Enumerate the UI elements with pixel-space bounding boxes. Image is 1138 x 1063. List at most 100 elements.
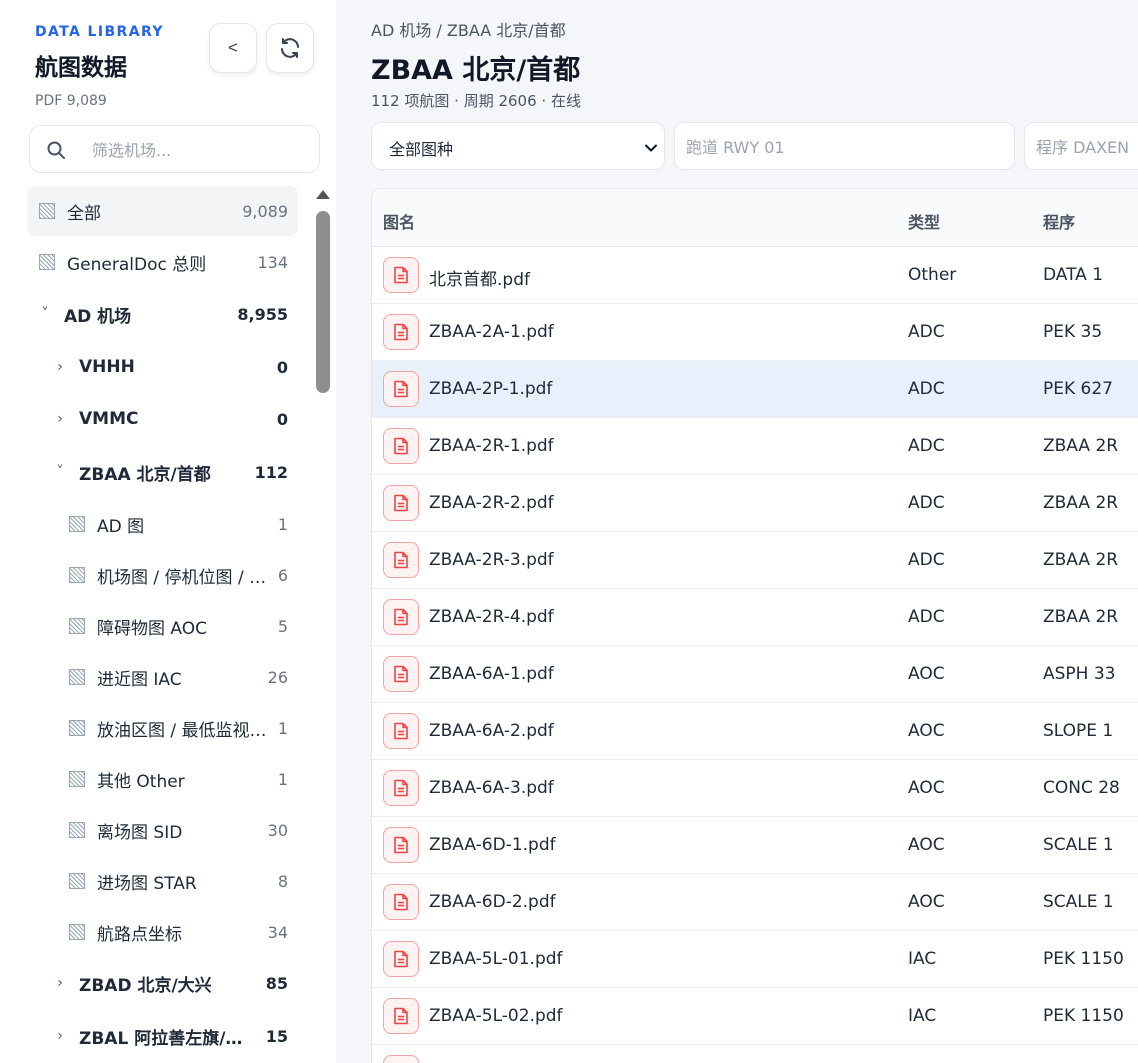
file-icon: [69, 516, 85, 532]
column-header-name[interactable]: 图名: [383, 209, 415, 233]
chart-procedure: ZBAA 2R: [1043, 607, 1119, 627]
table-row[interactable]: ZBAA-6A-3.pdf AOC CONC 28: [372, 760, 1138, 817]
chevron-right-icon[interactable]: ›: [54, 359, 66, 375]
scrollbar-thumb[interactable]: [316, 211, 330, 393]
scroll-up-arrow[interactable]: [316, 190, 330, 199]
chevron-down-icon[interactable]: ˅: [54, 464, 66, 480]
table-row[interactable]: ZBAA-2P-1.pdf ADC PEK 627: [372, 361, 1138, 418]
sidebar-item[interactable]: 其他 Other 1: [69, 754, 288, 804]
file-icon: [69, 822, 85, 838]
file-icon: [39, 203, 55, 219]
chevron-right-icon[interactable]: ›: [54, 975, 66, 991]
chart-name: ZBAA-6D-2.pdf: [429, 892, 556, 912]
chart-type: AOC: [908, 892, 945, 912]
procedure-filter-input[interactable]: [1036, 135, 1138, 159]
chart-procedure: PEK 35: [1043, 322, 1103, 342]
table-row[interactable]: ZBAA-6A-1.pdf AOC ASPH 33: [372, 646, 1138, 703]
sidebar-item-count: 6: [277, 565, 288, 585]
chart-type: IAC: [908, 949, 937, 969]
chevron-down-icon[interactable]: ˅: [39, 306, 51, 322]
sidebar-item[interactable]: 航路点坐标 34: [69, 907, 288, 957]
pdf-file-icon: [383, 371, 419, 407]
pdf-file-icon: [383, 941, 419, 977]
sidebar-item-count: 1: [277, 769, 288, 789]
table-row[interactable]: ZBAA-2R-4.pdf ADC ZBAA 2R: [372, 589, 1138, 646]
sidebar-item[interactable]: › ZBAL 阿拉善左旗/巴彦浩特 15: [54, 1011, 288, 1061]
pdf-file-icon: [383, 770, 419, 806]
column-header-procedure[interactable]: 程序: [1043, 209, 1075, 233]
sidebar-item[interactable]: › VMMC 0: [54, 394, 288, 444]
chart-name: ZBAA-2P-1.pdf: [429, 379, 553, 399]
sidebar-item[interactable]: 全部 9,089: [27, 186, 298, 236]
collapse-sidebar-button[interactable]: <: [209, 23, 257, 73]
pdf-file-icon: [383, 713, 419, 749]
chart-name: ZBAA-6A-1.pdf: [429, 664, 554, 684]
chart-procedure: SCALE 1: [1043, 892, 1114, 912]
chevron-right-icon[interactable]: ›: [54, 411, 66, 427]
table-row[interactable]: [372, 1045, 1138, 1063]
chart-name: ZBAA-2A-1.pdf: [429, 322, 554, 342]
table-row[interactable]: ZBAA-2R-2.pdf ADC ZBAA 2R: [372, 475, 1138, 532]
sidebar-item-label: 航路点坐标: [97, 924, 182, 945]
sidebar-item[interactable]: AD 图 1: [69, 499, 288, 549]
table-row[interactable]: ZBAA-2A-1.pdf ADC PEK 35: [372, 304, 1138, 361]
chevron-right-icon[interactable]: ›: [54, 1028, 66, 1044]
sidebar-item[interactable]: ˅ ZBAA 北京/首都 112: [54, 447, 289, 497]
sidebar-item[interactable]: › VHHH 0: [54, 342, 288, 392]
pdf-file-icon: [383, 542, 419, 578]
table-row[interactable]: ZBAA-6D-2.pdf AOC SCALE 1: [372, 874, 1138, 931]
sidebar-item[interactable]: GeneralDoc 总则 134: [39, 237, 288, 287]
chart-type: AOC: [908, 778, 945, 798]
table-row[interactable]: ZBAA-2R-3.pdf ADC ZBAA 2R: [372, 532, 1138, 589]
airport-filter-input[interactable]: [92, 138, 302, 162]
table-row[interactable]: ZBAA-6D-1.pdf AOC SCALE 1: [372, 817, 1138, 874]
chart-type: IAC: [908, 1006, 937, 1026]
file-icon: [69, 669, 85, 685]
sidebar-item[interactable]: 离场图 SID 30: [69, 805, 288, 855]
pdf-file-icon: [383, 485, 419, 521]
sidebar-item[interactable]: 机场图 / 停机位图 / 地面活动图 6: [69, 550, 288, 600]
page-title: ZBAA 北京/首都: [371, 55, 581, 86]
table-row[interactable]: ZBAA-5L-01.pdf IAC PEK 1150: [372, 931, 1138, 988]
sidebar-item-label: 进场图 STAR: [97, 873, 197, 894]
sidebar-item-count: 9,089: [242, 201, 288, 221]
breadcrumb: AD 机场 / ZBAA 北京/首都: [371, 21, 566, 40]
file-icon: [69, 873, 85, 889]
sidebar: DATA LIBRARY 航图数据 PDF 9,089 < 全部 9,089 Gen…: [0, 0, 336, 1063]
chart-type-value: 全部图种: [389, 140, 454, 159]
file-icon: [69, 720, 85, 736]
table-row[interactable]: ZBAA-5L-02.pdf IAC PEK 1150: [372, 988, 1138, 1045]
pdf-file-icon: [383, 428, 419, 464]
sidebar-item-label: ZBAA 北京/首都: [79, 464, 211, 485]
sidebar-item[interactable]: 进场图 STAR 8: [69, 856, 288, 906]
pdf-file-icon: [383, 257, 419, 293]
sidebar-item[interactable]: 放油区图 / 最低监视引导高度图 1: [69, 703, 288, 753]
sidebar-item-count: 0: [276, 409, 288, 429]
table-header: 图名 类型 程序: [372, 189, 1138, 247]
sidebar-item[interactable]: › ZBAD 北京/大兴 85: [54, 958, 288, 1008]
refresh-button[interactable]: [266, 23, 314, 73]
chart-procedure: ZBAA 2R: [1043, 436, 1119, 456]
total-pdf-count: PDF 9,089: [35, 93, 107, 109]
chevron-left-icon: <: [228, 38, 238, 57]
pdf-file-icon: [383, 827, 419, 863]
chart-type-select[interactable]: 全部图种: [371, 122, 665, 170]
table-row[interactable]: 北京首都.pdf Other DATA 1: [372, 247, 1138, 304]
chart-procedure: CONC 28: [1043, 778, 1120, 798]
sidebar-item[interactable]: ˅ AD 机场 8,955: [39, 289, 289, 339]
chart-procedure: DATA 1: [1043, 265, 1104, 285]
runway-filter-input[interactable]: [686, 135, 1004, 159]
chart-name: ZBAA-5L-02.pdf: [429, 1006, 563, 1026]
table-row[interactable]: ZBAA-2R-1.pdf ADC ZBAA 2R: [372, 418, 1138, 475]
chart-type: ADC: [908, 550, 945, 570]
pdf-file-icon: [383, 599, 419, 635]
chart-procedure: PEK 1150: [1043, 949, 1124, 969]
chart-name: ZBAA-2R-1.pdf: [429, 436, 554, 456]
table-row[interactable]: ZBAA-6A-2.pdf AOC SLOPE 1: [372, 703, 1138, 760]
pdf-file-icon: [383, 884, 419, 920]
column-header-type[interactable]: 类型: [908, 209, 940, 233]
sidebar-item[interactable]: 进近图 IAC 26: [69, 652, 288, 702]
search-icon: [47, 141, 65, 159]
sidebar-item-count: 8: [277, 871, 288, 891]
sidebar-item[interactable]: 障碍物图 AOC 5: [69, 601, 288, 651]
